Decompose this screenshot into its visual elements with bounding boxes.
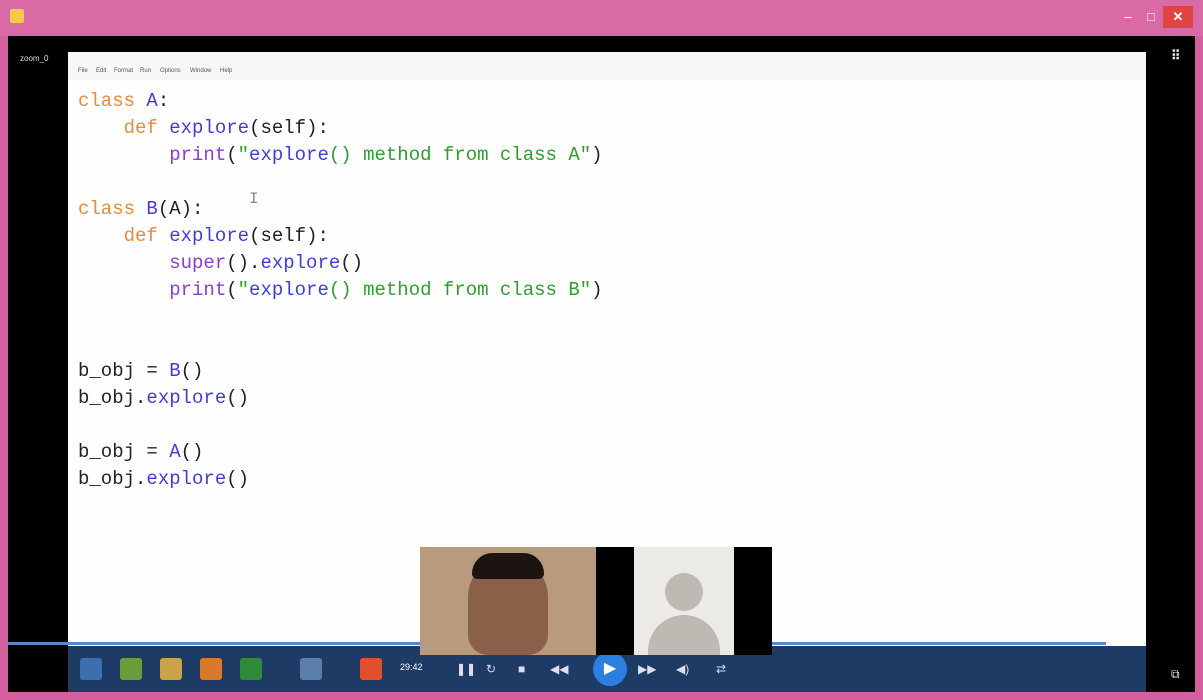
menu-format[interactable]: Format (114, 68, 133, 74)
code-line: class B(A): (78, 198, 204, 220)
forward-icon[interactable]: ▶▶ (638, 662, 656, 676)
close-button[interactable]: ✕ (1163, 6, 1193, 28)
start-icon[interactable] (80, 658, 102, 680)
app-icon (10, 9, 24, 23)
refresh-icon[interactable]: ↻ (486, 662, 496, 676)
code-line: print("explore() method from class A") (169, 144, 603, 166)
fullscreen-icon[interactable]: ⧉ (1171, 667, 1180, 682)
code-line: print("explore() method from class B") (169, 279, 603, 301)
text-cursor: I (249, 190, 259, 208)
rewind-icon[interactable]: ◀◀ (550, 662, 568, 676)
webcam-presenter (420, 547, 596, 655)
webcam-placeholder (634, 547, 734, 655)
maximize-button[interactable]: □ (1140, 6, 1162, 28)
loop-icon[interactable]: ⇄ (716, 662, 726, 676)
editor-menubar: File Edit Format Run Options Window Help (68, 52, 1146, 80)
app-taskbar-icon-4[interactable] (300, 658, 322, 680)
pause-icon[interactable]: ❚❚ (456, 662, 476, 676)
menu-help[interactable]: Help (220, 68, 232, 74)
code-line: b_obj = A() (78, 441, 204, 463)
user-avatar-icon (665, 573, 703, 611)
volume-icon[interactable]: ◀) (676, 662, 689, 676)
play-icon[interactable]: ▶ (593, 652, 627, 686)
code-line: super().explore() (169, 252, 364, 274)
menu-file[interactable]: File (78, 68, 88, 74)
menu-edit[interactable]: Edit (96, 68, 106, 74)
stop-icon[interactable]: ■ (518, 662, 525, 676)
user-avatar-body (648, 615, 720, 655)
menu-window[interactable]: Window (190, 68, 211, 74)
code-line: b_obj.explore() (78, 468, 250, 490)
minimize-button[interactable]: – (1117, 6, 1139, 28)
window-titlebar: – □ ✕ (0, 0, 1203, 36)
code-line: b_obj.explore() (78, 387, 250, 409)
presenter-hair (472, 553, 544, 579)
menu-options[interactable]: Options (160, 68, 181, 74)
code-line: class A: (78, 90, 170, 112)
zoom-label: zoom_0 (20, 54, 49, 63)
app-taskbar-icon-2[interactable] (200, 658, 222, 680)
webcam-divider (596, 547, 634, 655)
browser-icon[interactable] (360, 658, 382, 680)
code-line: b_obj = B() (78, 360, 204, 382)
app-taskbar-icon[interactable] (120, 658, 142, 680)
webcam-divider-2 (734, 547, 772, 655)
code-line: def explore(self): (123, 225, 329, 247)
playback-time: 29:42 (400, 662, 423, 672)
code-line: def explore(self): (123, 117, 329, 139)
code-editor[interactable]: class A: def explore(self): print("explo… (78, 88, 603, 493)
app-taskbar-icon-3[interactable] (240, 658, 262, 680)
folder-icon[interactable] (160, 658, 182, 680)
menu-run[interactable]: Run (140, 68, 151, 74)
grid-icon[interactable]: ⠿ (1171, 48, 1181, 64)
